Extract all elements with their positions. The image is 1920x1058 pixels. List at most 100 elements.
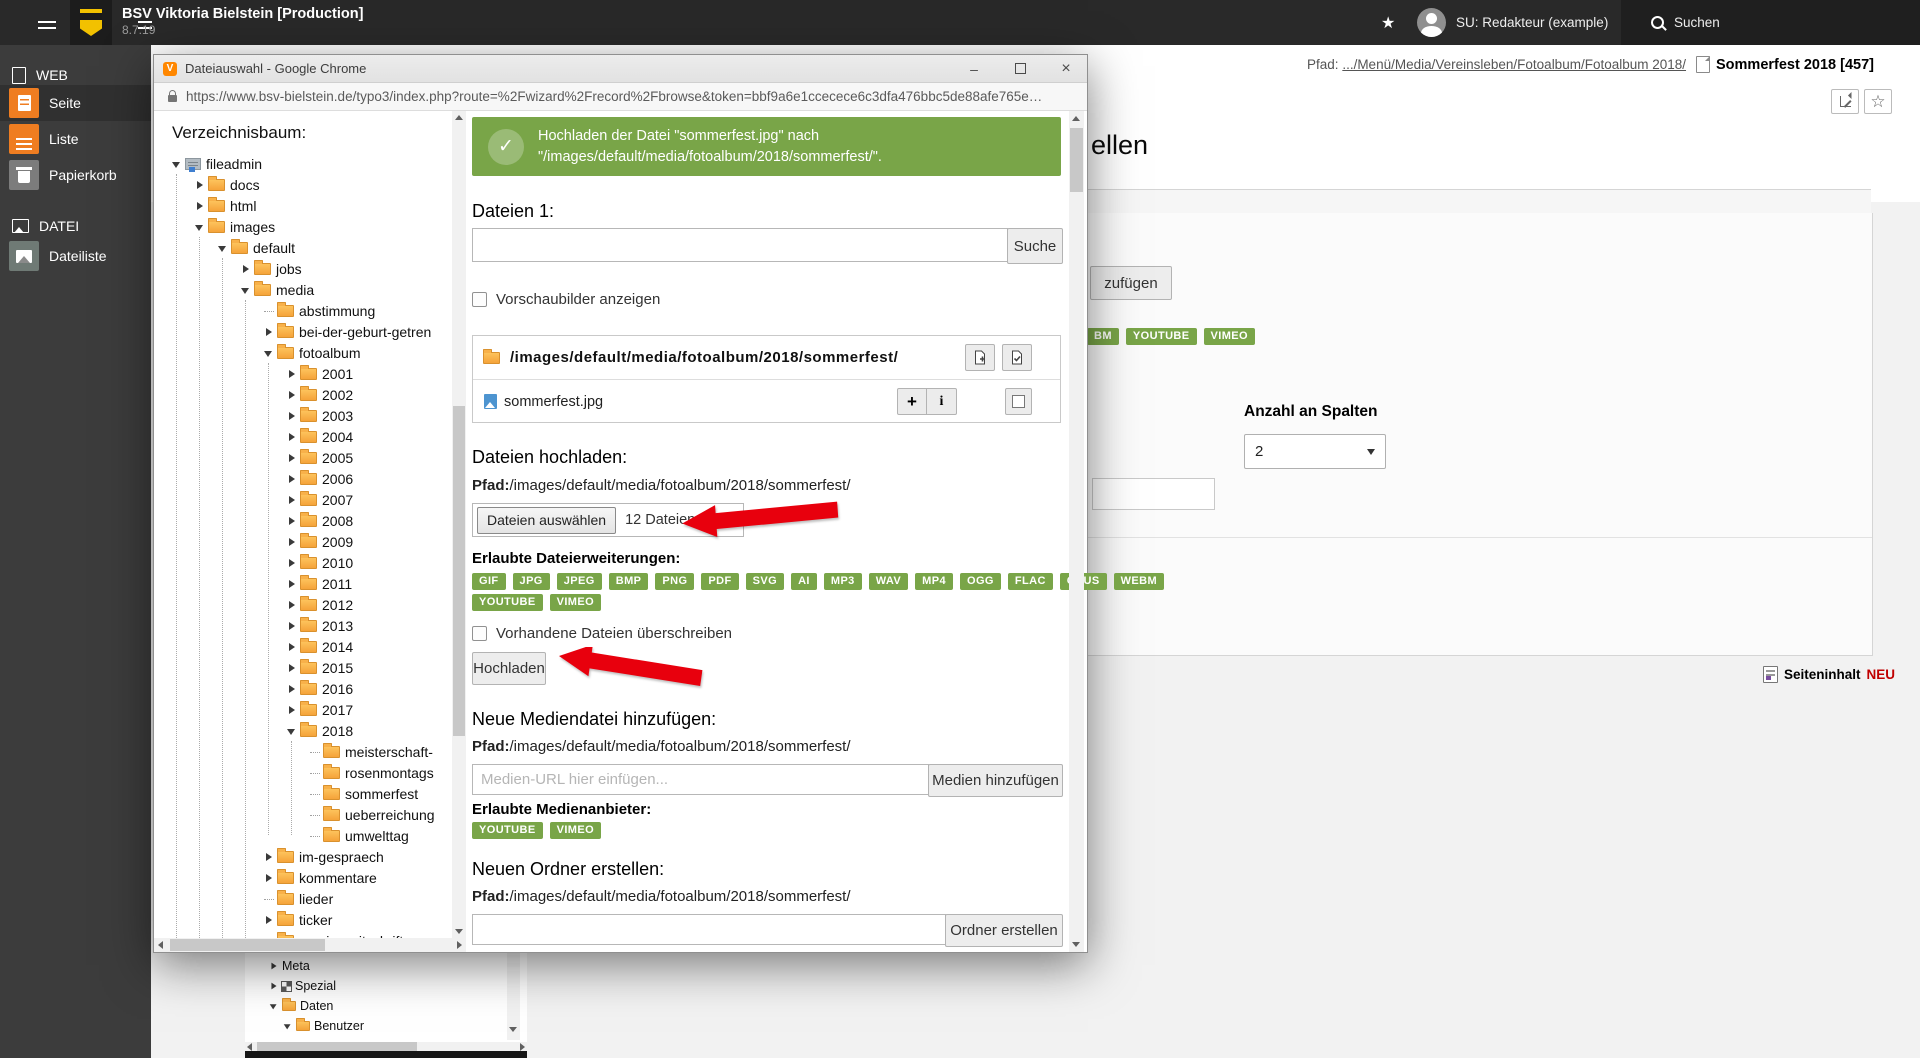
expander-closed-icon[interactable] [264, 327, 274, 337]
scroll-down-icon[interactable] [455, 929, 463, 934]
file-search-input[interactable] [472, 228, 1008, 262]
tree-item-2003[interactable]: 2003 [154, 405, 452, 426]
input-fragment[interactable] [1092, 478, 1215, 510]
open-in-new-window-button[interactable] [1831, 89, 1859, 114]
expander-closed-icon[interactable] [287, 705, 297, 715]
user-menu[interactable]: SU: Redakteur (example) [1417, 8, 1608, 37]
tree-item-2015[interactable]: 2015 [154, 657, 452, 678]
search-button[interactable]: Suchen [1621, 0, 1920, 45]
expander-open-icon[interactable] [287, 726, 297, 736]
tree-item-2017[interactable]: 2017 [154, 699, 452, 720]
expander-closed-icon[interactable] [287, 684, 297, 694]
tree-h-scrollbar[interactable] [154, 938, 466, 952]
expander-closed-icon[interactable] [287, 474, 297, 484]
tree-item-fotoalbum[interactable]: fotoalbum [154, 342, 452, 363]
search-submit-button[interactable]: Suche [1007, 228, 1063, 264]
import-selection-button[interactable] [1002, 344, 1032, 371]
expander-closed-icon[interactable] [287, 369, 297, 379]
expander-closed-icon[interactable] [287, 642, 297, 652]
expander-open-icon[interactable] [264, 348, 274, 358]
tree-item-2014[interactable]: 2014 [154, 636, 452, 657]
scroll-left-icon[interactable] [158, 941, 163, 949]
h-scrollbar-thumb[interactable] [170, 939, 325, 951]
tree-item-bei-der-geburt-getren[interactable]: bei-der-geburt-getren [154, 321, 452, 342]
scroll-up-icon[interactable] [1072, 116, 1080, 121]
choose-files-button[interactable]: Dateien auswählen [477, 507, 616, 534]
favorites-button[interactable]: ★ [1381, 13, 1395, 33]
thumbnails-option[interactable]: Vorschaubilder anzeigen [472, 291, 660, 308]
expander-closed-icon[interactable] [287, 621, 297, 631]
tree-item-docs[interactable]: docs [154, 174, 452, 195]
expander-closed-icon[interactable] [287, 558, 297, 568]
minimize-button[interactable]: – [959, 55, 989, 82]
tree-item-2016[interactable]: 2016 [154, 678, 452, 699]
expander-open-icon[interactable] [218, 243, 228, 253]
add-media-button[interactable]: Medien hinzufügen [928, 764, 1063, 797]
expander-closed-icon[interactable] [264, 852, 274, 862]
tree-item-rosenmontags[interactable]: rosenmontags [154, 762, 452, 783]
h-scrollbar-track[interactable] [245, 1042, 527, 1051]
tree-item-2004[interactable]: 2004 [154, 426, 452, 447]
expander-closed-icon[interactable] [287, 432, 297, 442]
bookmark-button[interactable]: ☆ [1864, 89, 1892, 114]
expander-closed-icon[interactable] [195, 180, 205, 190]
page-content-new-link[interactable]: Seiteninhalt NEU [1763, 666, 1895, 683]
expander-closed-icon[interactable] [287, 600, 297, 610]
scroll-right-icon[interactable] [457, 941, 462, 949]
tree-item-abstimmung[interactable]: abstimmung [154, 300, 452, 321]
bg-tree-item-Meta[interactable]: Meta [269, 956, 364, 976]
v-scrollbar-thumb[interactable] [453, 406, 465, 736]
expander-closed-icon[interactable] [270, 982, 279, 991]
add-button-fragment[interactable]: zufügen [1090, 266, 1172, 300]
expander-closed-icon[interactable] [270, 962, 279, 971]
sidebar-item-liste[interactable]: Liste [0, 121, 151, 157]
tree-item-2018[interactable]: 2018 [154, 720, 452, 741]
h-scrollbar-thumb[interactable] [257, 1042, 417, 1051]
expander-open-icon[interactable] [270, 1002, 279, 1011]
breadcrumb-link[interactable]: .../Menü/Media/Vereinsleben/Fotoalbum/Fo… [1342, 57, 1686, 72]
expander-closed-icon[interactable] [241, 264, 251, 274]
overwrite-checkbox[interactable] [472, 626, 487, 641]
expander-closed-icon[interactable] [287, 453, 297, 463]
sidebar-item-papierkorb[interactable]: Papierkorb [0, 157, 151, 193]
file-info-button[interactable]: i [927, 388, 957, 415]
tree-item-ticker[interactable]: ticker [154, 909, 452, 930]
upload-button[interactable]: Hochladen [472, 652, 546, 685]
new-folder-name-input[interactable] [472, 914, 946, 945]
expander-closed-icon[interactable] [287, 411, 297, 421]
sidebar-item-dateiliste[interactable]: Dateiliste [0, 238, 151, 274]
expander-open-icon[interactable] [172, 159, 182, 169]
tree-item-umwelttag[interactable]: umwelttag [154, 825, 452, 846]
expander-closed-icon[interactable] [287, 516, 297, 526]
upload-to-folder-button[interactable] [965, 344, 995, 371]
content-v-scrollbar[interactable] [1069, 111, 1084, 952]
overwrite-option[interactable]: Vorhandene Dateien überschreiben [472, 625, 732, 642]
expander-closed-icon[interactable] [287, 579, 297, 589]
expander-closed-icon[interactable] [287, 537, 297, 547]
tree-item-2005[interactable]: 2005 [154, 447, 452, 468]
tree-item-2012[interactable]: 2012 [154, 594, 452, 615]
bg-tree-item-Benutzer[interactable]: Benutzer [269, 1016, 364, 1036]
tree-item-2007[interactable]: 2007 [154, 489, 452, 510]
tree-item-kommentare[interactable]: kommentare [154, 867, 452, 888]
expander-closed-icon[interactable] [287, 663, 297, 673]
expander-closed-icon[interactable] [287, 390, 297, 400]
expander-closed-icon[interactable] [264, 873, 274, 883]
window-urlbar[interactable]: https://www.bsv-bielstein.de/typo3/index… [154, 83, 1087, 111]
tree-item-sommerfest[interactable]: sommerfest [154, 783, 452, 804]
scroll-down-icon[interactable] [1072, 942, 1080, 947]
v-scrollbar-thumb[interactable] [1070, 128, 1083, 192]
expander-open-icon[interactable] [195, 222, 205, 232]
tree-item-2011[interactable]: 2011 [154, 573, 452, 594]
tree-item-ueberreichung[interactable]: ueberreichung [154, 804, 452, 825]
tree-item-2001[interactable]: 2001 [154, 363, 452, 384]
file-select-checkbox-button[interactable] [1005, 388, 1032, 415]
tree-v-scrollbar[interactable] [452, 111, 466, 938]
bg-tree-item-Daten[interactable]: Daten [269, 996, 364, 1016]
tree-item-2006[interactable]: 2006 [154, 468, 452, 489]
expander-open-icon[interactable] [241, 285, 251, 295]
columns-select[interactable]: 2 [1244, 434, 1386, 469]
tree-item-jobs[interactable]: jobs [154, 258, 452, 279]
tree-item-2008[interactable]: 2008 [154, 510, 452, 531]
tree-item-im-gespraech[interactable]: im-gespraech [154, 846, 452, 867]
